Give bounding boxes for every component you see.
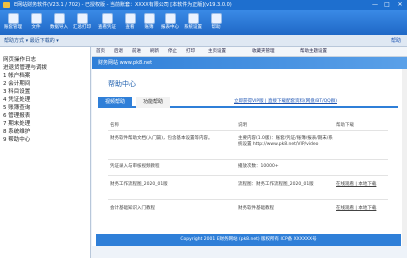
row-divider (108, 175, 388, 176)
account-icon (7, 13, 19, 24)
nav-help-topic-button[interactable]: 帮助主题设置 (300, 48, 327, 56)
tree-item[interactable]: 9 帮助中心 (3, 135, 30, 143)
nav-favorites-button[interactable]: 收藏夹管理 (252, 48, 275, 56)
tree-item[interactable]: 5 账簿查询 (3, 103, 30, 111)
sidebar-tree: 网页操作日志 进退货管理与调拨 1 帐户档案 2 会计期间 3 科目设置 4 凭… (0, 47, 91, 258)
tab-video-help[interactable]: 视频帮助 (98, 97, 132, 108)
tree-item[interactable]: 6 管理报表 (3, 111, 30, 119)
page-footer: Copyright 2001 E财务网站 (pk8.net) 版权所有 ICP备… (96, 234, 401, 246)
maximize-button[interactable]: □ (381, 0, 393, 10)
tab-strip: 视频帮助 功能帮助 (98, 97, 398, 108)
nav-home-button[interactable]: 首页 (96, 48, 105, 56)
row-divider (108, 159, 388, 160)
minimize-button[interactable]: — (369, 0, 381, 10)
col-header-desc: 说明 (238, 123, 247, 128)
col-header-name: 名称 (110, 123, 119, 128)
banner-title: 财务网站 www.pk8.net (98, 60, 153, 66)
sub-toolbar: 帮助方式 ▾ 最近下载的 ▾ 帮助 (0, 35, 407, 47)
toolbar-import-button[interactable]: 数据导入 (49, 12, 69, 33)
voucher-icon (101, 13, 113, 24)
window-title: E网站财务软件(V23.1 / 702) - 已授权版 - 当前账套：XXXX有… (14, 2, 232, 8)
view-icon (124, 13, 136, 24)
nav-print-button[interactable]: 打印 (186, 48, 195, 56)
file-icon (30, 13, 42, 24)
toolbar-account-button[interactable]: 账套管理 (3, 12, 23, 33)
row2-name: 凭证录入与审核视频教程 (110, 164, 160, 169)
row3-download-link[interactable]: 在线观看 | 本地下载 (336, 182, 386, 188)
toolbar-print-button[interactable]: 汇总打印 (72, 12, 92, 33)
toolbar-view-button[interactable]: 查看 (120, 12, 140, 33)
app-icon (3, 2, 10, 8)
row1-name: 财务软件帮助文档(入门篇)，包含基本设置等内容。 (110, 136, 213, 141)
main-toolbar: 账套管理 文件 数据导入 汇总打印 查看凭证 查看 账簿 报表中心 系统设置 帮… (0, 10, 407, 35)
help-icon (210, 13, 222, 24)
nav-forward-button[interactable]: 前进 (132, 48, 141, 56)
status-bar (92, 246, 407, 258)
row4-download-link[interactable]: 在线观看 | 本地下载 (336, 206, 386, 212)
nav-homepage-setting-button[interactable]: 主页设置 (208, 48, 226, 56)
tree-item[interactable]: 2 会计期间 (3, 79, 30, 87)
ledger-icon (143, 13, 155, 24)
row4-desc: 财务软件基础教程 (238, 206, 274, 211)
gear-icon (187, 13, 199, 24)
toolbar-ledger-button[interactable]: 账簿 (139, 12, 159, 33)
row1-desc: 主要内容(1.0版)：账套/凭证/账簿/报表/期末/系统设置 http://ww… (238, 136, 333, 147)
site-banner: 财务网站 www.pk8.net (92, 57, 407, 69)
toolbar-report-button[interactable]: 报表中心 (160, 12, 180, 33)
toolbar-help-button[interactable]: 帮助 (206, 12, 226, 33)
nav-stop-button[interactable]: 停止 (168, 48, 177, 56)
tree-item[interactable]: 进退货管理与调拨 (3, 63, 47, 71)
tree-item[interactable]: 8 系统维护 (3, 127, 30, 135)
import-icon (53, 13, 65, 24)
subbar-menu[interactable]: 帮助方式 ▾ 最近下载的 ▾ (4, 37, 59, 44)
col-header-download: 帮助下载 (336, 123, 354, 128)
row3-name: 财务工作流程图_2020_01版 (110, 182, 168, 187)
tree-item[interactable]: 1 帐户档案 (3, 71, 30, 79)
report-icon (164, 13, 176, 24)
page-title: 帮助中心 (108, 80, 136, 88)
print-icon (76, 13, 88, 24)
toolbar-settings-button[interactable]: 系统设置 (183, 12, 203, 33)
subbar-help-link[interactable]: 帮助 (391, 37, 401, 44)
close-button[interactable]: ✕ (394, 0, 406, 10)
vertical-scrollbar[interactable] (402, 69, 407, 246)
row3-desc: 流程图：财务工作流程图_2020_01版 (238, 182, 314, 187)
title-bar: E网站财务软件(V23.1 / 702) - 已授权版 - 当前账套：XXXX有… (0, 0, 407, 10)
row4-name: 会计基础知识入门教程 (110, 206, 155, 211)
tree-item[interactable]: 网页操作日志 (3, 55, 36, 63)
toolbar-voucher-button[interactable]: 查看凭证 (97, 12, 117, 33)
row2-desc: 播放次数：10000+ (238, 164, 279, 169)
nav-refresh-button[interactable]: 刷新 (150, 48, 159, 56)
tab-function-help[interactable]: 功能帮助 (136, 97, 170, 108)
nav-back-button[interactable]: 后退 (114, 48, 123, 56)
tree-item[interactable]: 7 期末处理 (3, 119, 30, 127)
row-divider (108, 199, 388, 200)
tree-item[interactable]: 4 凭证处理 (3, 95, 30, 103)
toolbar-file-button[interactable]: 文件 (26, 12, 46, 33)
help-page: 帮助中心 立即获得VIP版 | 直接下载配套资料(网盘/BT/QQ群) 视频帮助… (96, 72, 401, 258)
row-divider (108, 130, 388, 131)
tree-item[interactable]: 3 科目设置 (3, 87, 30, 95)
browser-nav-bar: 首页 后退 前进 刷新 停止 打印 主页设置 收藏夹管理 帮助主题设置 (92, 47, 407, 57)
